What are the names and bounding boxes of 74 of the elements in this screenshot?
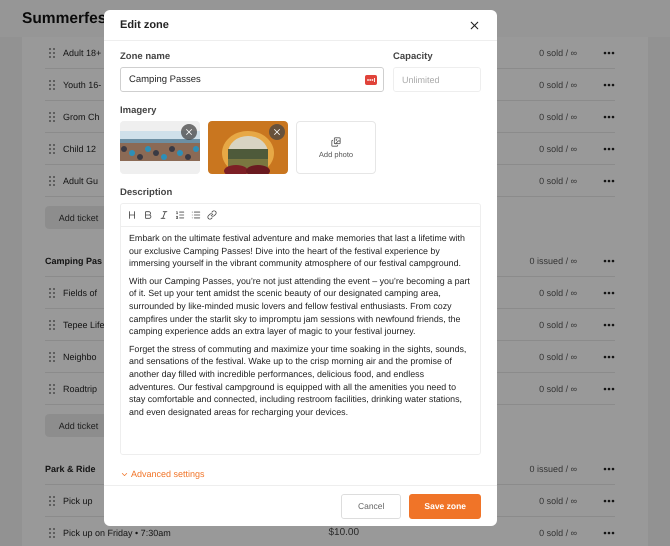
- more-icon[interactable]: [603, 82, 615, 86]
- group-name: Park & Ride: [45, 464, 96, 474]
- group-name: Camping Pas: [45, 256, 102, 266]
- sold-count: 0 sold / ∞: [539, 48, 577, 58]
- ticket-name: Roadtrip: [63, 384, 98, 394]
- more-icon[interactable]: [603, 386, 615, 390]
- more-icon[interactable]: [603, 354, 615, 358]
- numbered-list-icon[interactable]: [174, 209, 186, 221]
- ticket-name: Pick up on Friday • 7:30am: [63, 528, 171, 538]
- more-icon[interactable]: [603, 258, 615, 262]
- advanced-settings-toggle[interactable]: Advanced settings: [120, 469, 205, 479]
- ticket-name: Adult Gu: [63, 176, 98, 186]
- capacity-field[interactable]: Unlimited: [393, 67, 481, 92]
- more-icon[interactable]: [603, 530, 615, 534]
- link-icon[interactable]: [206, 209, 218, 221]
- issued-count: 0 issued / ∞: [530, 464, 577, 474]
- ticket-name: Child 12: [63, 144, 96, 154]
- drag-handle-icon[interactable]: [49, 176, 55, 186]
- sold-count: 0 sold / ∞: [539, 176, 577, 186]
- more-icon[interactable]: [603, 498, 615, 502]
- ticket-name: Youth 16-: [63, 80, 102, 90]
- bold-icon[interactable]: [142, 209, 154, 221]
- sold-count: 0 sold / ∞: [539, 384, 577, 394]
- italic-icon[interactable]: [158, 209, 170, 221]
- sold-count: 0 sold / ∞: [539, 288, 577, 298]
- description-paragraph: Embark on the ultimate festival adventure and make memories that last a lifetime with our exclusive Camping Passes! Dive into the heart of the festival experience by immersing yourself in the vibrant community atmosphere of our festival campground.: [129, 232, 466, 270]
- sold-count: 0 sold / ∞: [539, 496, 577, 506]
- save-button[interactable]: Save zone: [409, 494, 481, 518]
- drag-handle-icon[interactable]: [49, 320, 55, 330]
- drag-handle-icon[interactable]: [49, 112, 55, 122]
- sold-count: 0 sold / ∞: [539, 80, 577, 90]
- drag-handle-icon[interactable]: [49, 80, 55, 90]
- ticket-price: $10.00: [328, 527, 360, 538]
- field-label: Description: [120, 187, 174, 198]
- field-label: Zone name: [120, 51, 172, 62]
- drag-handle-icon[interactable]: [49, 528, 55, 538]
- drag-handle-icon[interactable]: [49, 48, 55, 58]
- ticket-name: Pick up: [63, 496, 93, 506]
- drag-handle-icon[interactable]: [49, 288, 55, 298]
- field-label: Imagery: [120, 105, 158, 116]
- sold-count: 0 sold / ∞: [539, 352, 577, 362]
- more-icon[interactable]: [603, 322, 615, 326]
- close-icon: [184, 127, 194, 137]
- ticket-name: Tepee Life: [63, 320, 105, 330]
- drag-handle-icon[interactable]: [49, 384, 55, 394]
- cancel-button[interactable]: Cancel: [340, 494, 402, 518]
- issued-count: 0 issued / ∞: [530, 256, 577, 266]
- more-icon[interactable]: [603, 466, 615, 470]
- sold-count: 0 sold / ∞: [539, 144, 577, 154]
- more-icon[interactable]: [603, 178, 615, 182]
- description-editor[interactable]: [120, 203, 481, 455]
- close-icon: [272, 127, 282, 137]
- more-icon[interactable]: [603, 114, 615, 118]
- close-icon[interactable]: [468, 18, 481, 32]
- description-paragraph: Forget the stress of commuting and maximize your time soaking in the sights, sounds, and sensations of the festival. Wake up to the crisp morning air and the promise of another day filled with incredible performances, delicious food, and endless adventures. Our festival campground is equipped with all the amenities you need to stay comfortable and connected, including restroom facilities, drinking water stations, and even designated areas for recharging your devices.: [129, 342, 468, 418]
- drag-handle-icon[interactable]: [49, 496, 55, 506]
- heading-icon[interactable]: [126, 209, 138, 221]
- ticket-name: Fields of: [63, 288, 98, 298]
- more-icon[interactable]: [603, 50, 615, 54]
- sold-count: 0 sold / ∞: [539, 528, 577, 538]
- more-icon[interactable]: [603, 290, 615, 294]
- description-paragraph: With our Camping Passes, you’re not just attending the event – you’re becoming a part of it. Set up your tent amidst the scenic beauty of our designated camping area, surrounded by like-minded music lovers and fellow festival enthusiasts. From cozy campfires under the starlit sky to impromptu jam sessions with newfound friends, the camping experience adds an extra layer of magic to your festival journey.: [129, 274, 471, 338]
- sold-count: 0 sold / ∞: [539, 320, 577, 330]
- dialog-title: Edit zone: [120, 19, 169, 31]
- more-icon[interactable]: [603, 146, 615, 150]
- ticket-name: Grom Ch: [63, 112, 100, 122]
- drag-handle-icon[interactable]: [49, 352, 55, 362]
- drag-handle-icon[interactable]: [49, 144, 55, 154]
- zone-name-field[interactable]: Camping Passes: [120, 67, 384, 92]
- field-label: Capacity: [393, 51, 434, 62]
- ticket-name: Adult 18+: [63, 48, 102, 58]
- ticket-name: Neighbo: [63, 352, 97, 362]
- sold-count: 0 sold / ∞: [539, 112, 577, 122]
- image-icon: [331, 136, 341, 146]
